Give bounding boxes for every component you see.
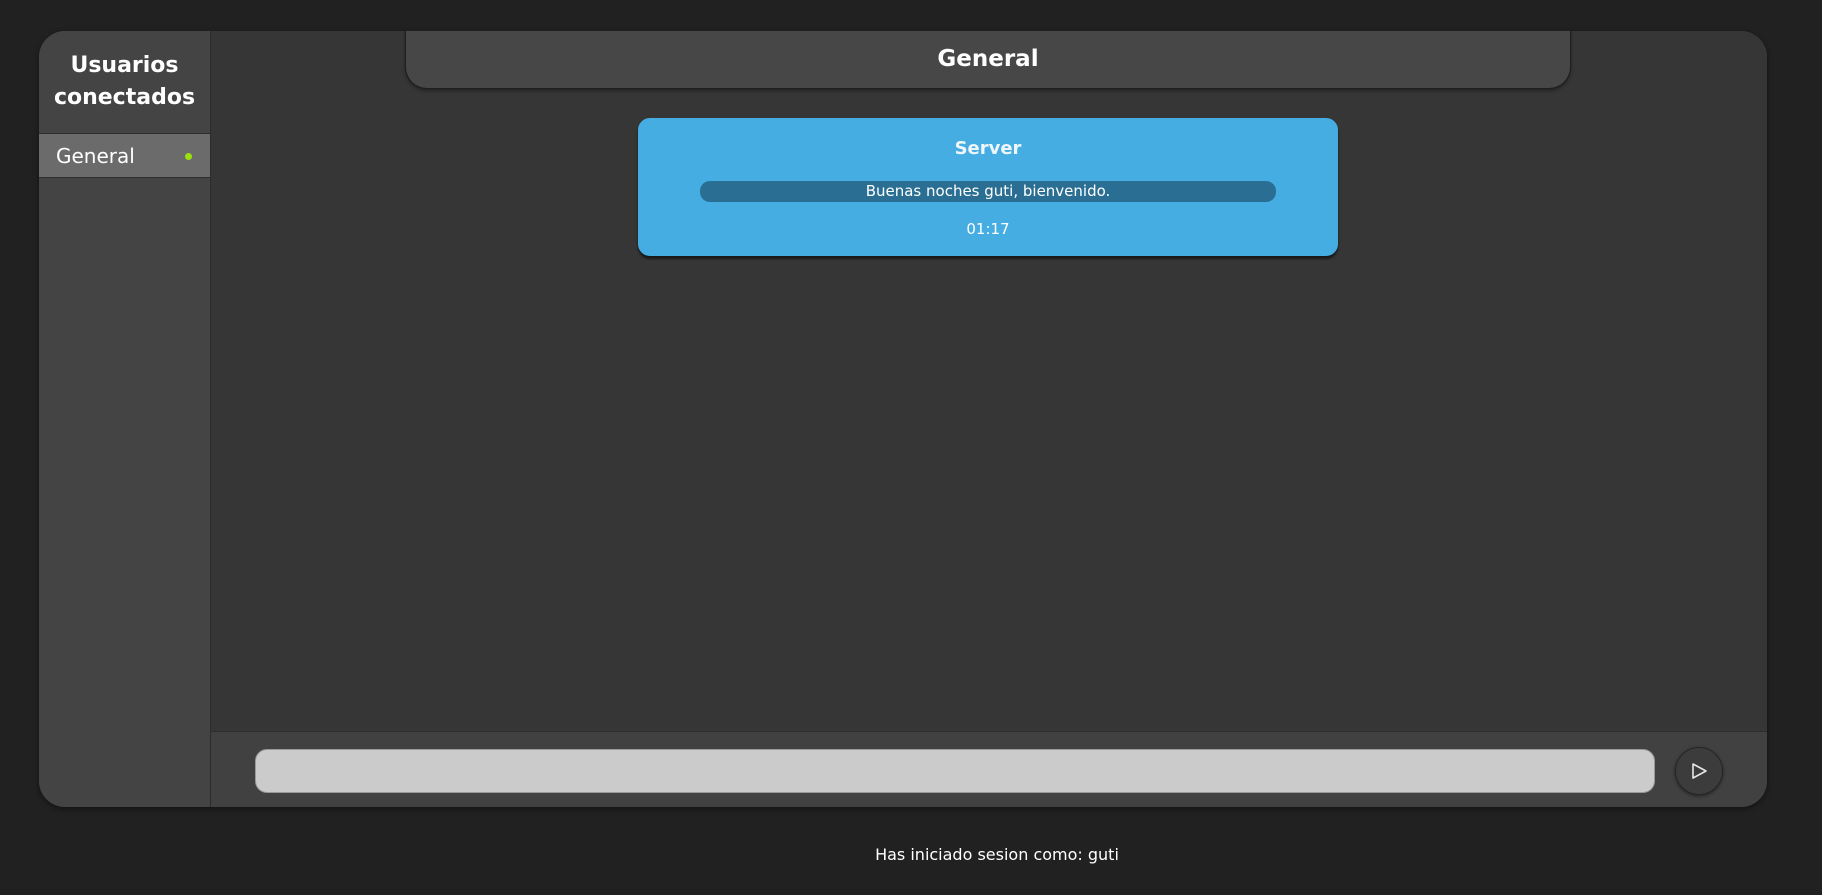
chat-app: Usuarios conectados General General Serv…	[39, 31, 1767, 807]
online-status-icon	[185, 153, 192, 160]
chat-title: General	[405, 31, 1571, 89]
message-text: Buenas noches guti, bienvenido.	[700, 181, 1276, 202]
send-button[interactable]	[1675, 747, 1723, 795]
sidebar: Usuarios conectados General	[39, 31, 211, 807]
message-time: 01:17	[966, 220, 1010, 238]
session-status: Has iniciado sesion como: guti	[875, 845, 1119, 864]
message-composer	[211, 731, 1767, 807]
message-sender: Server	[954, 138, 1022, 159]
sidebar-title: Usuarios conectados	[39, 31, 210, 134]
send-icon	[1692, 763, 1707, 779]
message-card: Server Buenas noches guti, bienvenido. 0…	[638, 118, 1338, 256]
message-input[interactable]	[255, 749, 1655, 793]
chat-main: General Server Buenas noches guti, bienv…	[211, 31, 1767, 807]
sidebar-item-label: General	[56, 144, 135, 168]
sidebar-item-general[interactable]: General	[39, 134, 210, 178]
